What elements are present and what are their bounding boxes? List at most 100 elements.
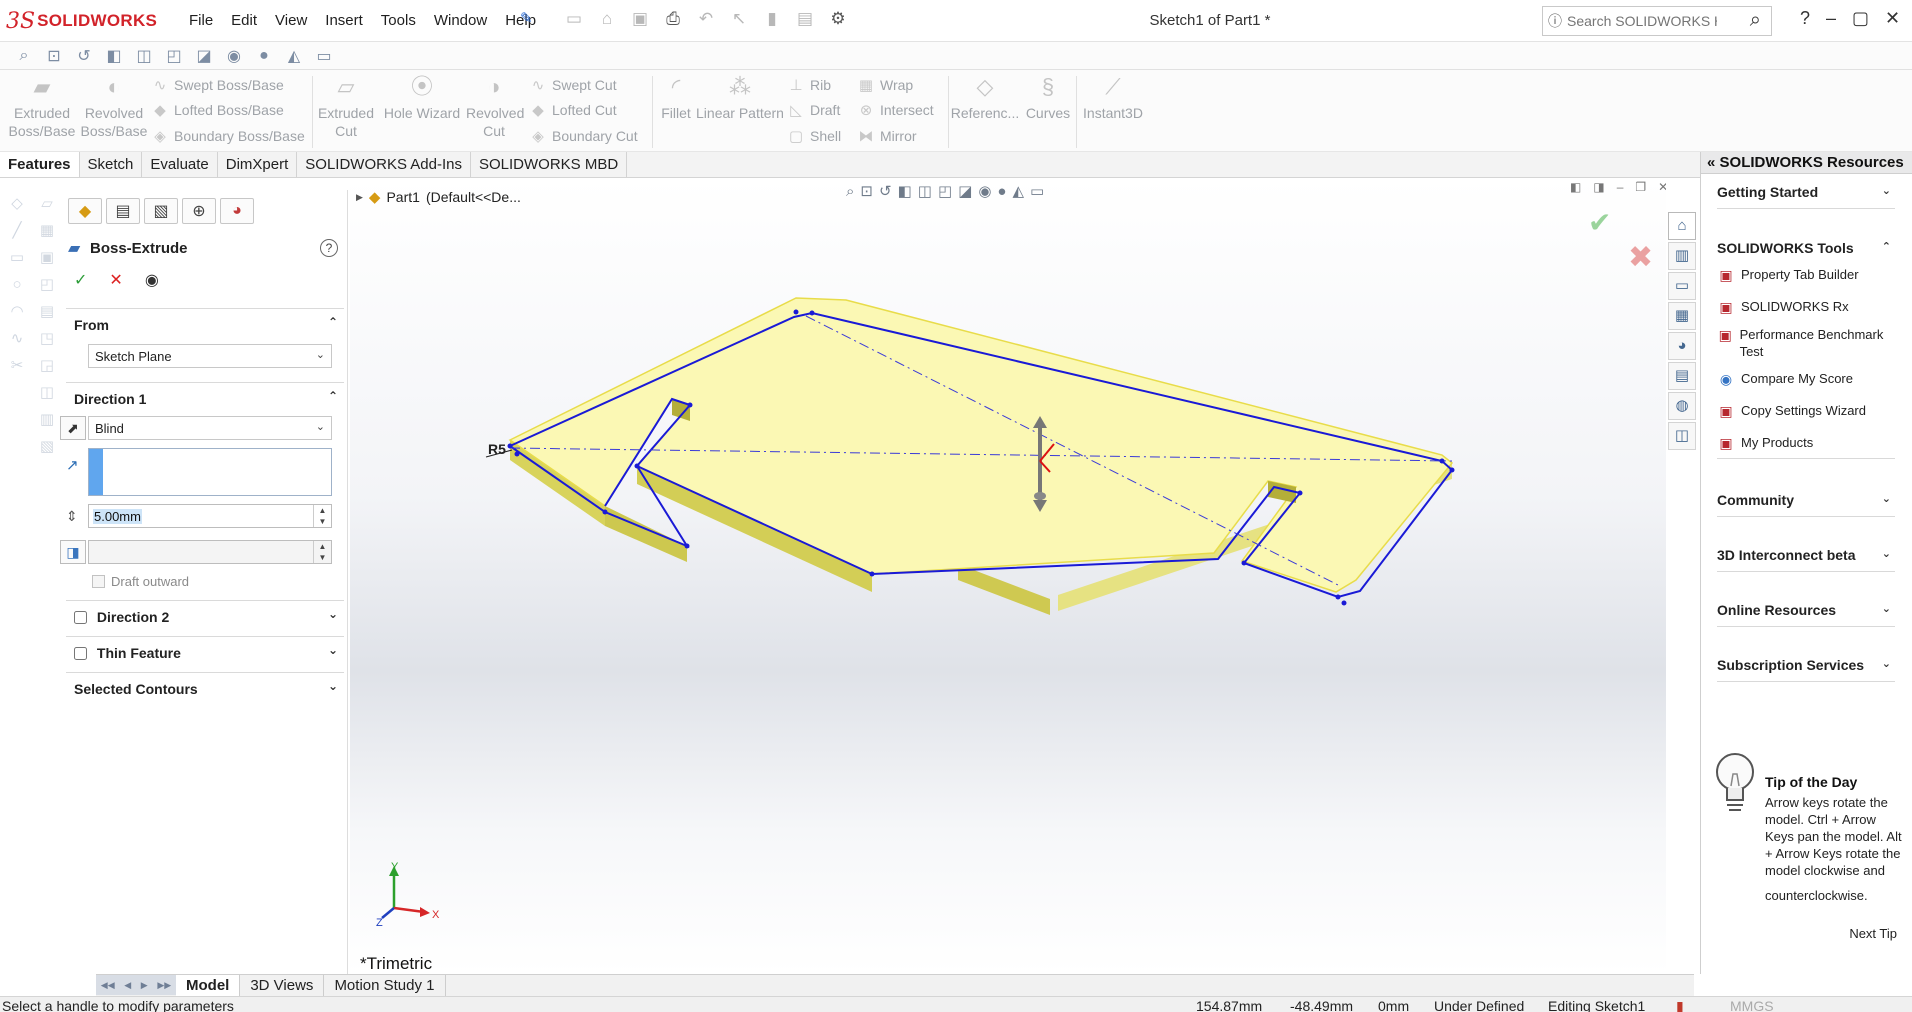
subscription-section[interactable]: Subscription Services ⌄ <box>1717 657 1895 682</box>
minimize-doc-icon[interactable]: – <box>1617 180 1624 194</box>
section-view-icon[interactable]: ◧ <box>102 46 126 66</box>
hide-show-icon[interactable]: ◉ <box>978 182 991 200</box>
revolved-boss-button[interactable]: ◐ Revolved Boss/Base <box>80 76 148 140</box>
tab-model[interactable]: Model <box>176 975 241 996</box>
property-tab-builder-link[interactable]: ▣ Property Tab Builder <box>1717 266 1897 284</box>
getting-started-section[interactable]: Getting Started ⌄ <box>1717 184 1895 209</box>
help-search[interactable]: ⓘ ⌕ <box>1542 6 1772 36</box>
direction1-group-header[interactable]: Direction 1 ⌃ <box>66 382 344 407</box>
confirm-ok-icon[interactable]: ✔ <box>1588 206 1611 239</box>
lofted-boss-button[interactable]: ◆ Lofted Boss/Base <box>152 99 284 121</box>
boundary-cut-button[interactable]: ◈ Boundary Cut <box>530 125 637 147</box>
curves-button[interactable]: § Curves <box>1022 76 1074 122</box>
community-tab-icon[interactable]: ◫ <box>1668 422 1696 450</box>
dynamic-annotation-icon[interactable]: ◫ <box>918 182 932 200</box>
zoom-to-fit-icon[interactable]: ⌕ <box>12 47 36 65</box>
rebuild-status-icon[interactable]: ▮ <box>1676 998 1684 1012</box>
radius-dimension[interactable]: R5 <box>488 441 506 457</box>
extruded-boss-button[interactable]: ▰ Extruded Boss/Base <box>8 76 76 140</box>
previous-view-icon[interactable]: ↺ <box>879 182 892 200</box>
reference-geometry-button[interactable]: ◇ Referenc... <box>950 76 1020 122</box>
file-properties-icon[interactable]: ▤ <box>791 9 819 29</box>
dimxpert-manager-tab-icon[interactable]: ⊕ <box>182 198 216 224</box>
zoom-area-icon[interactable]: ⊡ <box>42 46 66 66</box>
last-tab-icon[interactable]: ▶▶ <box>157 980 171 991</box>
intersect-button[interactable]: ⊗ Intersect <box>858 99 934 121</box>
custom-properties-tab-icon[interactable]: ▤ <box>1668 362 1696 390</box>
tab-dimxpert[interactable]: DimXpert <box>218 152 298 177</box>
convert-icon[interactable]: ◳ <box>34 325 60 352</box>
selected-contours-group-header[interactable]: Selected Contours ⌄ <box>66 672 344 697</box>
solidworks-logo[interactable]: 3S SOLIDWORKS <box>6 8 157 34</box>
tab-features[interactable]: Features <box>0 152 80 177</box>
undo-icon[interactable]: ↶ <box>692 9 720 29</box>
appearance-icon[interactable]: ● <box>997 183 1006 200</box>
instant3d-button[interactable]: ⟋ Instant3D <box>1078 76 1148 122</box>
rebuild-icon[interactable]: ▮ <box>758 9 786 29</box>
pattern-icon[interactable]: ▥ <box>34 406 60 433</box>
property-manager-tab-icon[interactable]: ▤ <box>106 198 140 224</box>
tab-evaluate[interactable]: Evaluate <box>142 152 218 177</box>
copy-settings-wizard-link[interactable]: ▣ Copy Settings Wizard <box>1717 402 1897 420</box>
community-section[interactable]: Community ⌄ <box>1717 492 1895 517</box>
minimize-icon[interactable]: – <box>1826 8 1836 29</box>
draft-outward-checkbox[interactable]: Draft outward <box>92 574 189 589</box>
prev-tab-icon[interactable]: ◀ <box>124 980 131 991</box>
performance-benchmark-link[interactable]: ▣ Performance Benchmark Test <box>1717 326 1897 360</box>
unit-system[interactable]: MMGS <box>1730 998 1774 1012</box>
select-icon[interactable]: ↖ <box>725 9 753 29</box>
reverse-direction-button[interactable]: ⬈ <box>60 416 86 440</box>
configuration-manager-tab-icon[interactable]: ▧ <box>144 198 178 224</box>
rib-button[interactable]: ⊥ Rib <box>788 74 831 96</box>
display-style-icon[interactable]: ◪ <box>192 46 216 66</box>
menu-view[interactable]: View <box>266 10 316 31</box>
menu-window[interactable]: Window <box>425 10 496 31</box>
spline-icon[interactable]: ∿ <box>4 325 30 352</box>
tab-sketch[interactable]: Sketch <box>80 152 143 177</box>
menu-tools[interactable]: Tools <box>372 10 425 31</box>
line-icon[interactable]: ╱ <box>4 217 30 244</box>
solidworks-resources-tab-icon[interactable]: ⌂ <box>1668 212 1696 240</box>
interconnect-section[interactable]: 3D Interconnect beta ⌄ <box>1717 547 1895 572</box>
cancel-x-icon[interactable]: ✕ <box>109 270 122 290</box>
view-settings-icon[interactable]: ▭ <box>312 46 336 66</box>
lofted-cut-button[interactable]: ◆ Lofted Cut <box>530 99 616 121</box>
tab-motion-study[interactable]: Motion Study 1 <box>324 975 446 996</box>
save-icon[interactable]: ▣ <box>626 9 654 29</box>
draft-angle-input[interactable]: ▲ ▼ <box>88 540 332 564</box>
handle-knob-icon[interactable] <box>1034 492 1046 500</box>
close-doc-icon[interactable]: ✕ <box>1658 180 1666 194</box>
copy-icon[interactable]: ▤ <box>34 298 60 325</box>
forum-tab-icon[interactable]: ◍ <box>1668 392 1696 420</box>
mirror-button[interactable]: ⧓ Mirror <box>858 125 917 147</box>
split-panel-icon[interactable]: ◨ <box>1593 180 1604 194</box>
print-icon[interactable]: ⎙ <box>659 9 687 29</box>
circle-icon[interactable]: ○ <box>4 271 30 298</box>
hole-wizard-button[interactable]: ⦿ Hole Wizard <box>382 76 462 122</box>
section-view-icon[interactable]: ◧ <box>898 182 912 200</box>
offset-icon[interactable]: ◲ <box>34 352 60 379</box>
display-manager-tab-icon[interactable]: ◕ <box>220 198 254 224</box>
view-orientation-icon[interactable]: ◰ <box>938 182 952 200</box>
search-icon[interactable]: ⌕ <box>1750 9 1761 32</box>
online-resources-section[interactable]: Online Resources ⌄ <box>1717 602 1895 627</box>
compare-my-score-link[interactable]: ◉ Compare My Score <box>1717 370 1897 388</box>
wrap-button[interactable]: ▦ Wrap <box>858 74 913 96</box>
extruded-cut-button[interactable]: ▱ Extruded Cut <box>316 76 376 140</box>
mirror-entities-icon[interactable]: ◫ <box>34 379 60 406</box>
axis-icon[interactable]: ▦ <box>34 217 60 244</box>
thin-feature-checkbox[interactable] <box>74 647 87 660</box>
solidworks-rx-link[interactable]: ▣ SOLIDWORKS Rx <box>1717 298 1897 316</box>
coordinate-icon[interactable]: ◰ <box>34 271 60 298</box>
display-style-icon[interactable]: ◪ <box>958 182 972 200</box>
swept-cut-button[interactable]: ∿ Swept Cut <box>530 74 617 96</box>
appearances-tab-icon[interactable]: ◕ <box>1668 332 1696 360</box>
revolved-cut-button[interactable]: ◑ Revolved Cut <box>466 76 524 140</box>
scene-icon[interactable]: ◭ <box>1012 182 1024 200</box>
open-icon[interactable]: ⌂ <box>593 9 621 29</box>
feature-tree-flyout[interactable]: ▶ ◆ Part1 (Default<<De... <box>356 188 521 206</box>
scene-icon[interactable]: ◭ <box>282 46 306 66</box>
tab-mbd[interactable]: SOLIDWORKS MBD <box>471 152 628 177</box>
pin-menu-icon[interactable]: ✎ <box>520 9 533 27</box>
graphics-area[interactable]: R5 ▶ ◆ Part1 (Default<<De... ⌕ ⊡ ↺ ◧ ◫ ◰… <box>350 178 1666 974</box>
